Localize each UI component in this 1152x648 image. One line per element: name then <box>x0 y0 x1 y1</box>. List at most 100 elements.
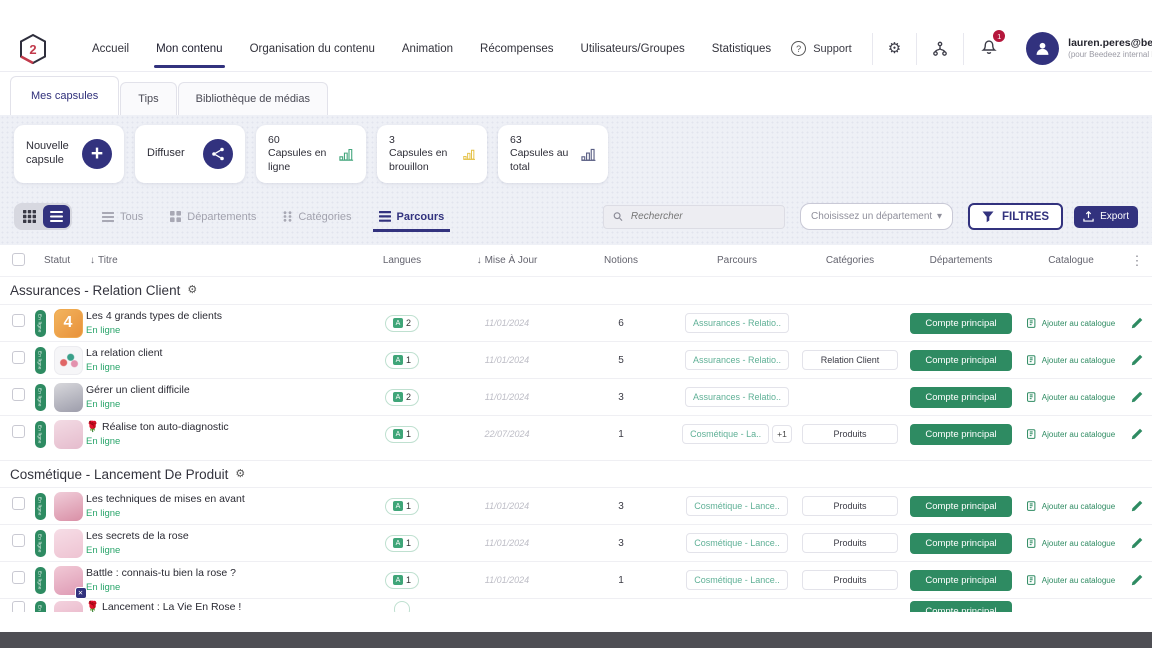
capsule-thumbnail[interactable]: 4 <box>54 309 83 338</box>
capsule-title[interactable]: 🌹 Lancement : La Vie En Rose ! <box>86 601 356 612</box>
edit-pencil-icon[interactable] <box>1122 574 1152 586</box>
capsule-title[interactable]: 🌹 Réalise ton auto-diagnostic <box>86 421 356 434</box>
col-categories[interactable]: Catégories <box>826 255 874 266</box>
row-checkbox[interactable] <box>12 314 25 327</box>
capsule-thumbnail[interactable]: ✕ <box>54 566 83 595</box>
edit-pencil-icon[interactable] <box>1122 537 1152 549</box>
parcours-more-chip[interactable]: +1 <box>772 425 792 443</box>
col-catalogue[interactable]: Catalogue <box>1048 255 1094 266</box>
nav-accueil[interactable]: Accueil <box>92 43 129 55</box>
categorie-chip[interactable]: Produits <box>802 496 898 516</box>
col-parcours[interactable]: Parcours <box>717 255 757 266</box>
categorie-chip[interactable]: Relation Client <box>802 350 898 370</box>
departement-chip[interactable]: Compte principal <box>910 533 1012 554</box>
filter-parcours[interactable]: Parcours <box>379 211 445 223</box>
row-checkbox[interactable] <box>12 388 25 401</box>
capsule-thumbnail[interactable] <box>54 420 83 449</box>
grid-view-button[interactable] <box>16 205 43 228</box>
filtres-button[interactable]: FILTRES <box>968 203 1063 230</box>
parcours-chip[interactable]: Assurances - Relatio.. <box>685 313 789 333</box>
beedeez-logo[interactable]: 2 <box>18 33 48 65</box>
parcours-chip[interactable]: Assurances - Relatio.. <box>685 387 789 407</box>
gear-icon[interactable]: ⚙ <box>235 469 245 480</box>
filter-departements[interactable]: Départements <box>170 211 256 223</box>
parcours-chip[interactable]: Assurances - Relatio.. <box>685 350 789 370</box>
nav-statistiques[interactable]: Statistiques <box>712 43 771 55</box>
capsule-thumbnail[interactable] <box>54 383 83 412</box>
add-to-catalog-button[interactable]: Ajouter au catalogue <box>1027 392 1115 403</box>
add-to-catalog-button[interactable]: Ajouter au catalogue <box>1027 575 1115 586</box>
capsule-title[interactable]: Les techniques de mises en avant <box>86 493 356 506</box>
nav-organisation-du-contenu[interactable]: Organisation du contenu <box>250 43 375 55</box>
edit-pencil-icon[interactable] <box>1122 317 1152 329</box>
tab-bibliotheque-de-medias[interactable]: Bibliothèque de médias <box>178 82 328 115</box>
col-titre[interactable]: Titre <box>98 255 118 266</box>
search-input[interactable] <box>629 210 775 223</box>
capsule-title[interactable]: Les secrets de la rose <box>86 530 356 543</box>
nav-utilisateurs-groupes[interactable]: Utilisateurs/Groupes <box>581 43 685 55</box>
add-to-catalog-button[interactable]: Ajouter au catalogue <box>1027 429 1115 440</box>
parcours-chip[interactable]: Cosmétique - La.. <box>682 424 769 444</box>
search-box[interactable] <box>603 205 785 229</box>
kebab-menu-icon[interactable]: ⋮ <box>1122 253 1152 269</box>
add-to-catalog-button[interactable]: Ajouter au catalogue <box>1027 538 1115 549</box>
col-mise-a-jour[interactable]: Mise À Jour <box>485 255 538 266</box>
nav-recompenses[interactable]: Récompenses <box>480 43 554 55</box>
capsule-title[interactable]: Les 4 grands types de clients <box>86 310 356 323</box>
capsule-thumbnail[interactable] <box>54 529 83 558</box>
departement-chip[interactable]: Compte principal <box>910 496 1012 517</box>
parcours-chip[interactable]: Cosmétique - Lance.. <box>686 570 788 590</box>
filter-tous[interactable]: Tous <box>102 211 143 223</box>
filter-categories[interactable]: Catégories <box>283 211 351 223</box>
add-to-catalog-button[interactable]: Ajouter au catalogue <box>1027 355 1115 366</box>
departement-chip[interactable]: Compte principal <box>910 601 1012 612</box>
capsule-title[interactable]: Gérer un client difficile <box>86 384 356 397</box>
nav-animation[interactable]: Animation <box>402 43 453 55</box>
col-statut[interactable]: Statut <box>44 255 70 266</box>
categorie-chip[interactable]: Produits <box>802 424 898 444</box>
settings-button[interactable]: ⚙ <box>873 41 916 56</box>
departement-chip[interactable]: Compte principal <box>910 570 1012 591</box>
add-to-catalog-button[interactable]: Ajouter au catalogue <box>1027 318 1115 329</box>
nav-mon-contenu[interactable]: Mon contenu <box>156 43 223 55</box>
departement-chip[interactable]: Compte principal <box>910 313 1012 334</box>
col-departements[interactable]: Départements <box>930 255 993 266</box>
export-button[interactable]: Export <box>1074 206 1138 228</box>
parcours-chip[interactable]: Cosmétique - Lance.. <box>686 496 788 516</box>
tab-mes-capsules[interactable]: Mes capsules <box>10 76 119 115</box>
select-all-checkbox[interactable] <box>12 253 25 266</box>
edit-pencil-icon[interactable] <box>1122 428 1152 440</box>
row-checkbox[interactable] <box>12 571 25 584</box>
departement-chip[interactable]: Compte principal <box>910 387 1012 408</box>
capsule-thumbnail[interactable] <box>54 346 83 375</box>
departement-chip[interactable]: Compte principal <box>910 424 1012 445</box>
edit-pencil-icon[interactable] <box>1122 391 1152 403</box>
parcours-chip[interactable]: Cosmétique - Lance.. <box>686 533 788 553</box>
capsule-thumbnail[interactable] <box>54 492 83 521</box>
categorie-chip[interactable]: Produits <box>802 570 898 590</box>
department-select[interactable]: Choisissez un département ▾ <box>800 203 953 230</box>
departement-chip[interactable]: Compte principal <box>910 350 1012 371</box>
row-checkbox[interactable] <box>12 425 25 438</box>
capsule-thumbnail[interactable] <box>54 601 83 612</box>
edit-pencil-icon[interactable] <box>1122 354 1152 366</box>
integrations-button[interactable] <box>917 41 963 57</box>
avatar[interactable] <box>1026 32 1059 65</box>
gear-icon[interactable]: ⚙ <box>187 285 197 296</box>
categorie-chip[interactable]: Produits <box>802 533 898 553</box>
row-checkbox[interactable] <box>12 497 25 510</box>
row-checkbox[interactable] <box>12 601 25 612</box>
new-capsule-button[interactable]: Nouvelle capsule + <box>14 125 124 183</box>
add-to-catalog-button[interactable]: Ajouter au catalogue <box>1027 501 1115 512</box>
notifications-button[interactable]: 1 <box>964 37 1014 60</box>
tab-tips[interactable]: Tips <box>120 82 176 115</box>
row-checkbox[interactable] <box>12 351 25 364</box>
col-notions[interactable]: Notions <box>604 255 638 266</box>
support-button[interactable]: ? Support <box>771 41 872 56</box>
diffuser-button[interactable]: Diffuser <box>135 125 245 183</box>
row-checkbox[interactable] <box>12 534 25 547</box>
capsule-title[interactable]: Battle : connais-tu bien la rose ? <box>86 567 356 580</box>
edit-pencil-icon[interactable] <box>1122 500 1152 512</box>
list-view-button[interactable] <box>43 205 70 228</box>
col-langues[interactable]: Langues <box>383 255 421 266</box>
